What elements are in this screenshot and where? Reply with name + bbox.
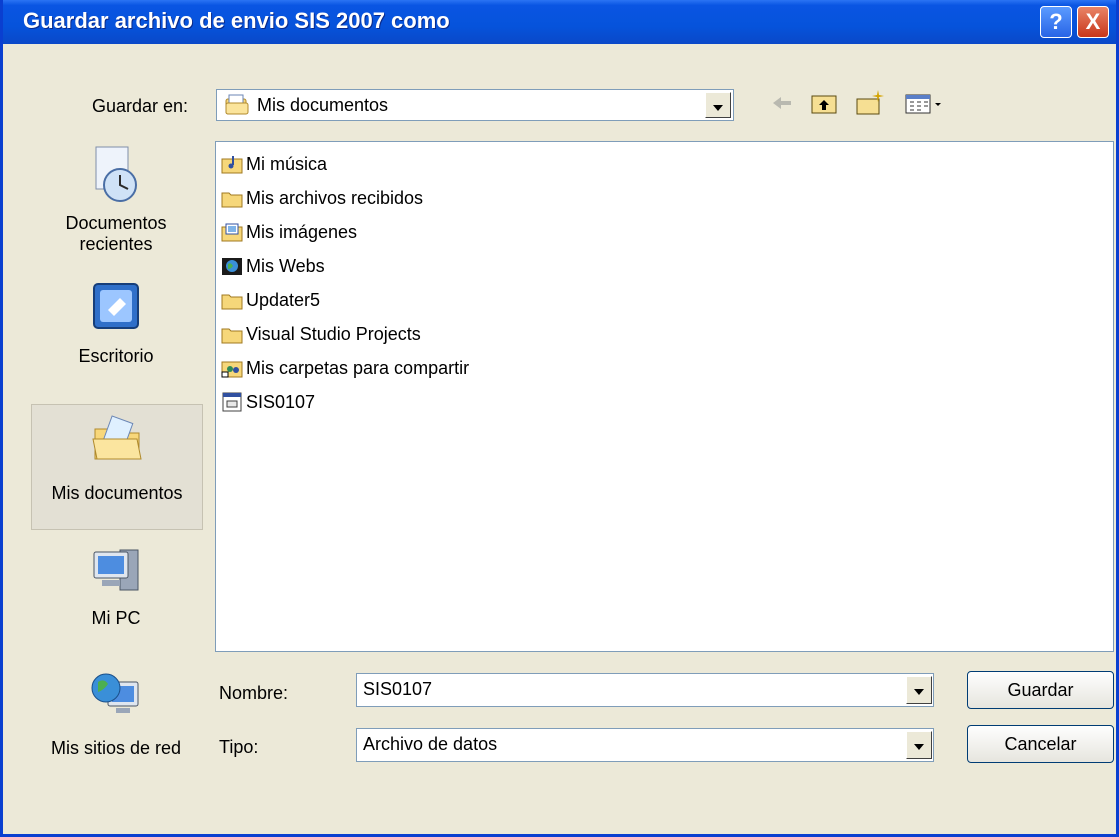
place-label: Mis sitios de red (50, 738, 182, 758)
file-name: Mis imágenes (246, 222, 358, 242)
new-folder-icon (856, 90, 884, 115)
file-name: Mis Webs (246, 256, 325, 276)
file-name: Visual Studio Projects (246, 324, 421, 344)
web-folder-icon (221, 256, 243, 276)
place-label: Escritorio (78, 346, 154, 366)
place-desktop[interactable]: Escritorio (31, 280, 201, 367)
chevron-down-icon[interactable] (906, 731, 932, 759)
title-bar[interactable]: Guardar archivo de envio SIS 2007 como ?… (3, 0, 1116, 44)
place-label: Mis documentos (51, 483, 183, 503)
file-name: Mis carpetas para compartir (246, 358, 470, 378)
my-computer-icon (90, 544, 142, 596)
filename-value: SIS0107 (363, 679, 433, 699)
filetype-select[interactable]: Archivo de datos (356, 728, 934, 762)
filetype-value: Archivo de datos (363, 734, 498, 754)
cancel-button[interactable]: Cancelar (967, 725, 1114, 763)
pictures-folder-icon (221, 222, 243, 242)
folder-icon (221, 290, 243, 310)
file-name: SIS0107 (246, 392, 316, 412)
folder-icon (221, 324, 243, 344)
dialog-title: Guardar archivo de envio SIS 2007 como (23, 8, 450, 33)
places-bar: Documentos recientes Escritorio Mis docu… (25, 140, 203, 780)
close-button[interactable]: X (1077, 6, 1109, 38)
network-places-icon (90, 668, 142, 720)
up-folder-button[interactable] (809, 88, 839, 118)
data-file-icon (221, 392, 243, 412)
documents-folder-icon (225, 94, 249, 121)
file-name: Mi música (246, 154, 328, 174)
back-button[interactable] (769, 88, 795, 118)
save-in-label: Guardar en: (92, 96, 189, 116)
place-label: Mi PC (91, 608, 141, 628)
place-label: Documentos recientes (65, 213, 167, 254)
file-name: Mis archivos recibidos (246, 188, 424, 208)
place-network[interactable]: Mis sitios de red (31, 668, 201, 759)
chevron-down-icon[interactable] (906, 676, 932, 704)
save-button[interactable]: Guardar (967, 671, 1114, 709)
filename-label: Nombre: (219, 683, 289, 703)
file-name: Updater5 (246, 290, 321, 310)
filetype-label: Tipo: (219, 737, 259, 757)
my-documents-folder-icon (91, 413, 143, 465)
save-dialog: Guardar archivo de envio SIS 2007 como ?… (0, 0, 1119, 837)
back-arrow-icon (773, 97, 791, 109)
filename-input[interactable]: SIS0107 (356, 673, 934, 707)
save-in-value: Mis documentos (257, 95, 389, 115)
help-button[interactable]: ? (1040, 6, 1072, 38)
place-recent-documents[interactable]: Documentos recientes (31, 145, 201, 255)
views-icon (905, 94, 941, 114)
music-folder-icon (221, 154, 243, 174)
chevron-down-icon[interactable] (705, 92, 731, 118)
shared-folder-icon (221, 358, 243, 378)
up-folder-icon (811, 95, 837, 114)
save-in-dropdown[interactable]: Mis documentos (216, 89, 734, 121)
view-menu-button[interactable] (903, 88, 953, 118)
recent-documents-icon (90, 145, 142, 202)
place-my-documents[interactable]: Mis documentos (31, 404, 203, 530)
desktop-icon (90, 280, 142, 332)
folder-icon (221, 188, 243, 208)
file-list[interactable]: Mi música Mis archivos recibidos Mis imá… (215, 141, 1114, 652)
new-folder-button[interactable] (854, 88, 886, 118)
place-my-computer[interactable]: Mi PC (31, 544, 201, 629)
